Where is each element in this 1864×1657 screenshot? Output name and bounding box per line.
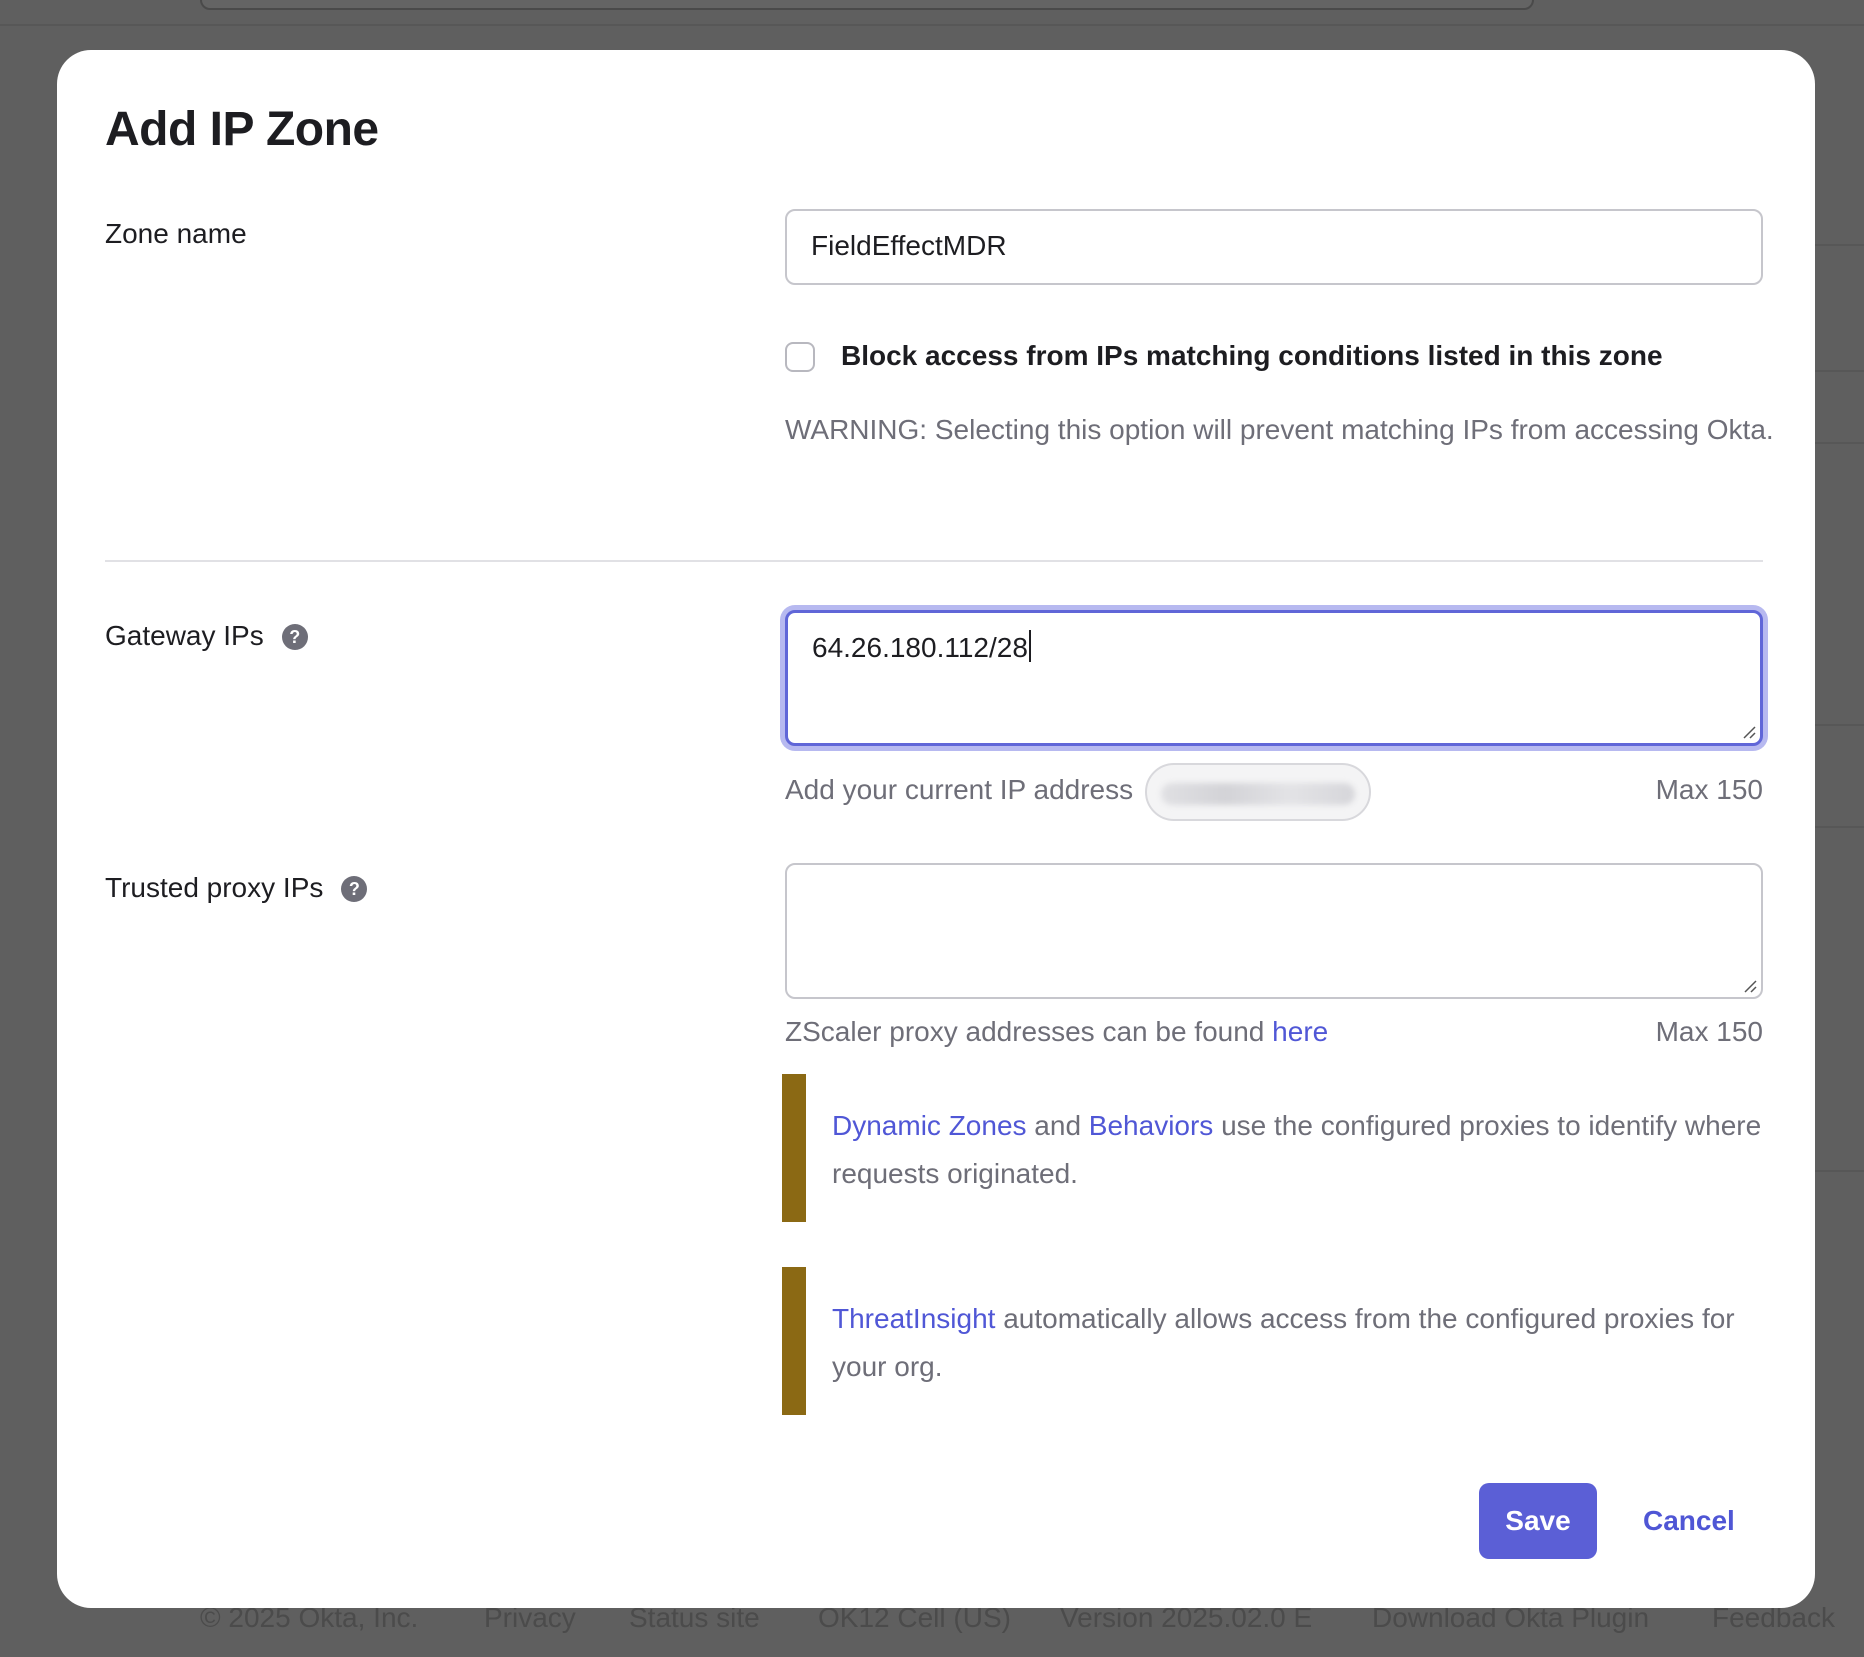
block-access-checkbox[interactable] [785,342,815,372]
callout-and: and [1034,1110,1082,1141]
trusted-proxy-hint-row: ZScaler proxy addresses can be found her… [785,1008,1763,1056]
zscaler-hint: ZScaler proxy addresses can be found [785,1016,1265,1047]
add-current-ip-label: Add your current IP address [785,774,1134,805]
background-row-line [1810,1170,1864,1172]
threatinsight-callout: ThreatInsight automatically allows acces… [782,1267,1772,1415]
zscaler-here-link[interactable]: here [1272,1016,1328,1047]
section-divider [105,560,1763,562]
background-row-line [1810,244,1864,246]
help-icon[interactable]: ? [281,624,308,650]
help-icon[interactable]: ? [341,876,368,902]
background-row-line [1810,724,1864,726]
callout-text: Dynamic Zones and Behaviors use the conf… [832,1102,1762,1198]
dynamic-zones-callout: Dynamic Zones and Behaviors use the conf… [782,1074,1772,1222]
gateway-ips-textarea[interactable]: 64.26.180.112/28 [785,610,1763,746]
background-divider [0,24,1864,26]
current-ip-redacted [1161,782,1356,805]
gateway-ips-label: Gateway IPs [105,620,264,651]
zone-name-label: Zone name [105,218,247,249]
background-row-line [1810,370,1864,372]
threatinsight-link[interactable]: ThreatInsight [832,1303,995,1334]
add-ip-zone-dialog: Add IP Zone Zone name FieldEffectMDR Blo… [57,50,1815,1608]
gateway-ips-label-row: Gateway IPs? [105,620,308,652]
callout-text: ThreatInsight automatically allows acces… [832,1295,1762,1391]
save-button[interactable]: Save [1479,1483,1597,1559]
callout-accent-bar [782,1074,806,1222]
text-caret [1028,630,1031,662]
cancel-button[interactable]: Cancel [1637,1483,1741,1559]
gateway-ips-hint-row: Add your current IP address Max 150 [785,760,1763,821]
block-access-label[interactable]: Block access from IPs matching condition… [841,340,1663,372]
trusted-proxy-max: Max 150 [1655,1016,1763,1047]
trusted-proxy-label: Trusted proxy IPs [105,872,324,903]
background-search-bar [200,0,1534,10]
zone-name-input[interactable]: FieldEffectMDR [785,209,1763,285]
trusted-proxy-label-row: Trusted proxy IPs? [105,872,368,904]
zone-name-value: FieldEffectMDR [811,230,1007,261]
behaviors-link[interactable]: Behaviors [1089,1110,1214,1141]
background-row-line [1810,442,1864,444]
trusted-proxy-textarea[interactable] [785,863,1763,999]
dialog-title: Add IP Zone [105,103,379,156]
gateway-ips-max: Max 150 [1655,774,1763,805]
dynamic-zones-link[interactable]: Dynamic Zones [832,1110,1027,1141]
resize-handle-icon[interactable] [1743,979,1757,993]
resize-handle-icon[interactable] [1742,725,1756,739]
background-row-line [1810,826,1864,828]
current-ip-chip[interactable] [1145,762,1372,821]
gateway-ips-value: 64.26.180.112/28 [812,632,1028,663]
callout-accent-bar [782,1267,806,1415]
block-access-warning: WARNING: Selecting this option will prev… [785,414,1774,445]
